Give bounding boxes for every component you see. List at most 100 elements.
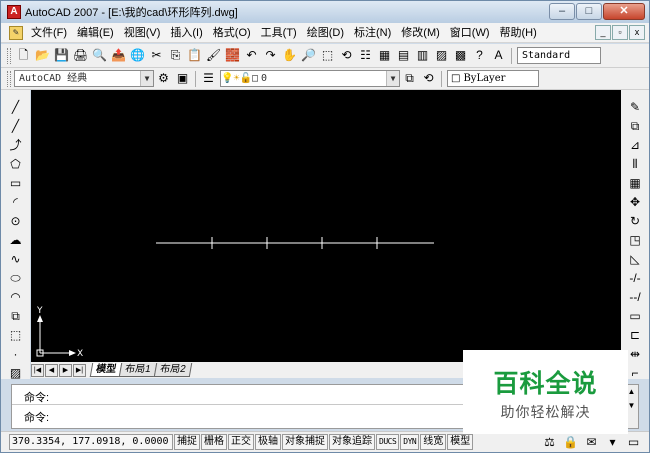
redo-icon[interactable]: ↷ [262,47,279,64]
menu-file[interactable]: 文件(F) [26,24,72,42]
title-bar[interactable]: A AutoCAD 2007 - [E:\我的cad\环形阵列.dwg] – □… [1,1,649,23]
status-menu-icon[interactable]: ▾ [604,434,621,451]
text-style-combo[interactable]: Standard [517,47,601,64]
dwf-icon[interactable]: 🌐 [129,47,146,64]
tab-layout1[interactable]: 布局1 [118,363,157,377]
copy-icon[interactable]: ⎘ [167,47,184,64]
workspace-settings-icon[interactable]: ⚙ [155,70,172,87]
menu-draw[interactable]: 绘图(D) [302,24,349,42]
menu-view[interactable]: 视图(V) [119,24,166,42]
join-icon[interactable]: ⊏ [627,327,644,344]
command-prompt[interactable]: 命令: [24,409,49,425]
array-icon[interactable]: ▦ [627,175,644,192]
menu-edit[interactable]: 编辑(E) [72,24,119,42]
rectangle-icon[interactable]: ▭ [7,175,24,192]
next-tab-button[interactable]: ▶ [59,363,72,377]
undo-icon[interactable]: ↶ [243,47,260,64]
close-button[interactable]: ✕ [603,3,645,20]
offset-icon[interactable]: ⫴ [627,156,644,173]
circle-icon[interactable]: ⊙ [7,213,24,230]
menu-format[interactable]: 格式(O) [208,24,256,42]
otrack-toggle[interactable]: 对象追踪 [329,434,375,450]
osnap-toggle[interactable]: 对象捕捉 [282,434,328,450]
paste-icon[interactable]: 📋 [186,47,203,64]
make-object-layer-current-icon[interactable]: ⧉ [401,70,418,87]
doc-restore-button[interactable]: ▫ [612,25,628,40]
make-block-icon[interactable]: ⬚ [7,327,24,344]
move-icon[interactable]: ✥ [627,194,644,211]
design-center-icon[interactable]: ▦ [376,47,393,64]
chevron-down-icon[interactable]: ▼ [386,71,399,86]
scale-icon[interactable]: ◳ [627,232,644,249]
ellipse-icon[interactable]: ⬭ [7,270,24,287]
toolbar-grip[interactable] [7,70,11,87]
polygon-icon[interactable]: ⬠ [7,156,24,173]
maximize-button[interactable]: □ [576,3,602,20]
block-editor-icon[interactable]: 🧱 [224,47,241,64]
coordinate-readout[interactable]: 370.3354, 177.0918, 0.0000 [9,434,173,450]
construction-line-icon[interactable]: ╱ [7,118,24,135]
menu-modify[interactable]: 修改(M) [396,24,445,42]
properties-icon[interactable]: ☷ [357,47,374,64]
grid-toggle[interactable]: 栅格 [201,434,227,450]
ortho-toggle[interactable]: 正交 [228,434,254,450]
drawing-area[interactable]: Y X [31,90,621,362]
sheet-set-icon[interactable]: ▥ [414,47,431,64]
toolbar-grip[interactable] [7,47,11,64]
chamfer-icon[interactable]: ⇹ [627,346,644,363]
match-properties-icon[interactable]: 🖌 [205,47,222,64]
model-paper-toggle[interactable]: 模型 [447,434,474,450]
prev-tab-button[interactable]: ◀ [45,363,58,377]
mirror-icon[interactable]: ⊿ [627,137,644,154]
zoom-window-icon[interactable]: ⬚ [319,47,336,64]
point-icon[interactable]: · [7,346,24,363]
open-icon[interactable]: 📂 [34,47,51,64]
layer-manager-icon[interactable]: ☰ [200,70,217,87]
ducs-toggle[interactable]: DUCS [376,434,400,450]
doc-minimize-button[interactable]: _ [595,25,611,40]
my-workspace-icon[interactable]: ▣ [174,70,191,87]
trim-icon[interactable]: -/- [627,270,644,287]
menu-dimension[interactable]: 标注(N) [349,24,396,42]
last-tab-button[interactable]: ▶| [73,363,86,377]
hatch-icon[interactable]: ▨ [7,365,24,382]
fillet-icon[interactable]: ⌐ [627,365,644,382]
plot-icon[interactable]: 🖨 [72,47,89,64]
pan-icon[interactable]: ✋ [281,47,298,64]
drawing-svg[interactable]: Y X [31,90,621,362]
line-icon[interactable]: ╱ [7,99,24,116]
clean-screen-icon[interactable]: ▭ [625,434,642,451]
erase-icon[interactable]: ✎ [627,99,644,116]
save-icon[interactable]: 💾 [53,47,70,64]
rotate-icon[interactable]: ↻ [627,213,644,230]
autocad-app-icon[interactable]: A [7,5,21,19]
menu-help[interactable]: 帮助(H) [495,24,542,42]
workspace-combo[interactable]: AutoCAD 经典 ▼ [14,70,154,87]
chevron-down-icon[interactable]: ▼ [140,71,153,86]
tab-layout2[interactable]: 布局2 [153,363,192,377]
layer-previous-icon[interactable]: ⟲ [420,70,437,87]
menu-tools[interactable]: 工具(T) [256,24,302,42]
zoom-previous-icon[interactable]: ⟲ [338,47,355,64]
text-style-icon[interactable]: A [490,47,507,64]
extend-icon[interactable]: --/ [627,289,644,306]
dyn-toggle[interactable]: DYN [400,434,420,450]
tab-model[interactable]: 模型 [89,363,123,377]
arc-icon[interactable]: ◜ [7,194,24,211]
new-icon[interactable]: 🗋 [15,47,32,64]
color-control-combo[interactable]: □ ByLayer [447,70,539,87]
menu-insert[interactable]: 插入(I) [165,24,207,42]
menu-window[interactable]: 窗口(W) [445,24,495,42]
insert-block-icon[interactable]: ⧉ [7,308,24,325]
break-icon[interactable]: ▭ [627,308,644,325]
minimize-button[interactable]: – [549,3,575,20]
ellipse-arc-icon[interactable]: ◠ [7,289,24,306]
markup-icon[interactable]: ▨ [433,47,450,64]
tool-palettes-icon[interactable]: ▤ [395,47,412,64]
communication-center-icon[interactable]: ✉ [583,434,600,451]
zoom-realtime-icon[interactable]: 🔎 [300,47,317,64]
help-icon[interactable]: ? [471,47,488,64]
cut-icon[interactable]: ✂ [148,47,165,64]
first-tab-button[interactable]: |◀ [31,363,44,377]
annotation-scale-icon[interactable]: ⚖ [541,434,558,451]
